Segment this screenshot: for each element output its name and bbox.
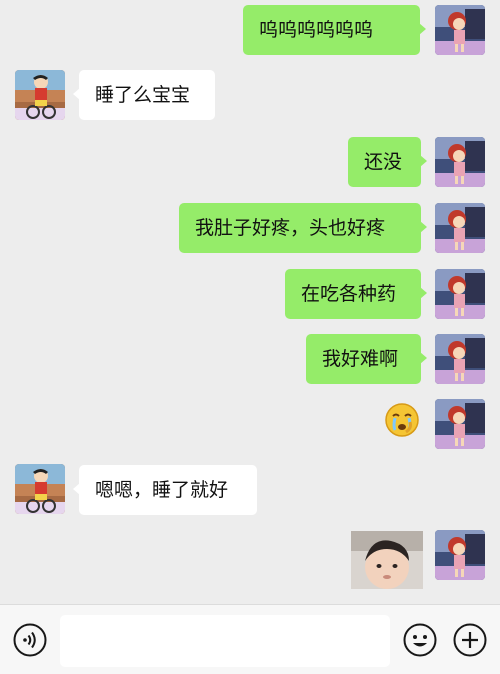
message-bubble-sent[interactable]: 呜呜呜呜呜呜 <box>243 5 426 55</box>
message-bubble-sent[interactable]: 我好难啊 <box>306 334 427 384</box>
voice-icon[interactable] <box>13 623 47 657</box>
baby-photo[interactable] <box>351 531 423 589</box>
my-avatar[interactable] <box>435 269 485 319</box>
my-avatar[interactable] <box>435 399 485 449</box>
message-bubble-sent[interactable]: 我肚子好疼，头也好疼 <box>179 203 427 253</box>
contact-avatar[interactable] <box>15 464 65 514</box>
message-bubble-received[interactable]: 睡了么宝宝 <box>73 70 215 120</box>
contact-avatar[interactable] <box>15 70 65 120</box>
my-avatar[interactable] <box>435 334 485 384</box>
emoji-icon[interactable] <box>403 623 437 657</box>
message-bubble-received[interactable]: 嗯嗯，睡了就好 <box>73 465 257 515</box>
message-bubble-sent[interactable]: 在吃各种药 <box>285 269 427 319</box>
my-avatar[interactable] <box>435 5 485 55</box>
message-bubble-sent[interactable]: 还没 <box>348 137 427 187</box>
crying-emoji-icon[interactable] <box>384 402 420 438</box>
plus-icon[interactable] <box>453 623 487 657</box>
message-input[interactable] <box>60 615 390 667</box>
my-avatar[interactable] <box>435 203 485 253</box>
input-bar <box>0 604 500 674</box>
my-avatar[interactable] <box>435 137 485 187</box>
chat-area[interactable]: 呜呜呜呜呜呜 睡了么宝宝 还没 我肚子好疼，头也好疼 在吃各种药 我好难啊 嗯嗯… <box>0 0 500 604</box>
my-avatar[interactable] <box>435 530 485 580</box>
